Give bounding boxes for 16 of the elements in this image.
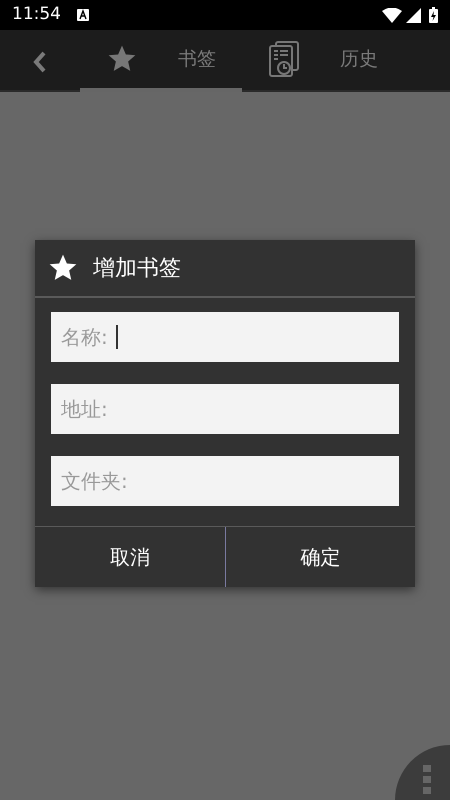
back-icon: [33, 50, 47, 73]
tab[interactable]: 书签: [80, 30, 242, 92]
signal-icon: [406, 8, 421, 22]
clock-time: 11:54: [12, 3, 61, 26]
cancel-button[interactable]: 取消: [35, 527, 224, 587]
battery-icon: [429, 7, 438, 23]
input-field[interactable]: 地址:: [51, 384, 399, 434]
wifi-icon: [382, 8, 402, 22]
confirm-button[interactable]: 确定: [224, 527, 415, 587]
history-icon: [268, 41, 300, 77]
input-field[interactable]: 文件夹:: [51, 456, 399, 506]
tab[interactable]: 历史: [242, 30, 404, 92]
notification-icon: [77, 9, 89, 21]
input-field[interactable]: 名称:: [51, 312, 399, 362]
more-icon: [423, 765, 433, 795]
dialog-title: 增加书签: [93, 254, 181, 282]
